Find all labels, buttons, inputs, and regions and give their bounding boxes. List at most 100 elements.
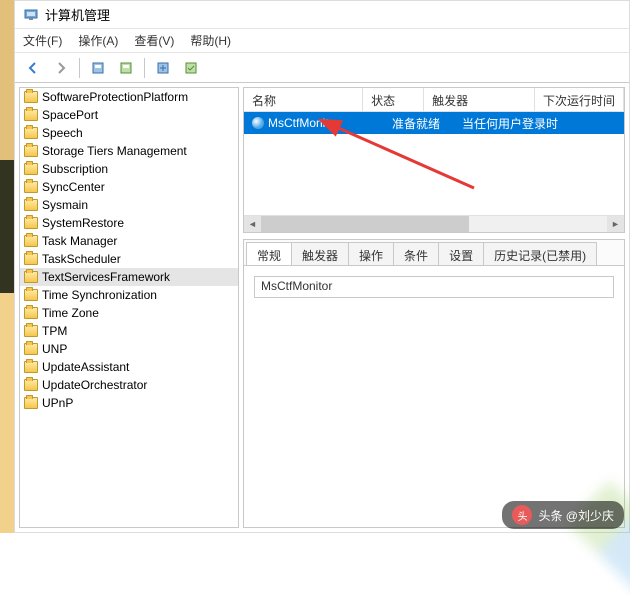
attribution-text: 头条 @刘少庆 <box>538 507 614 524</box>
folder-icon <box>24 127 38 139</box>
tree-item-label: TaskScheduler <box>42 252 121 266</box>
tree-item-label: Subscription <box>42 162 108 176</box>
tree-item-label: Storage Tiers Management <box>42 144 187 158</box>
tree-item-label: Sysmain <box>42 198 88 212</box>
tree-item[interactable]: TaskScheduler <box>20 250 238 268</box>
toolbar-button-3[interactable] <box>151 56 175 80</box>
scroll-left-icon[interactable]: ◄ <box>244 216 261 232</box>
tree-item-label: SoftwareProtectionPlatform <box>42 90 188 104</box>
tree-item-label: TPM <box>42 324 67 338</box>
col-status[interactable]: 状态 <box>363 88 424 111</box>
col-nextrun[interactable]: 下次运行时间 <box>535 88 624 111</box>
toolbar <box>15 53 629 83</box>
tree-item[interactable]: UpdateOrchestrator <box>20 376 238 394</box>
toolbar-button-2[interactable] <box>114 56 138 80</box>
task-list-header: 名称 状态 触发器 下次运行时间 <box>244 88 624 112</box>
menu-view[interactable]: 查看(V) <box>134 32 174 49</box>
menu-file[interactable]: 文件(F) <box>23 32 62 49</box>
toolbar-button-1[interactable] <box>86 56 110 80</box>
folder-icon <box>24 91 38 103</box>
task-list: 名称 状态 触发器 下次运行时间 MsCtfMonitor准备就绪当任何用户登录… <box>243 87 625 233</box>
menu-help[interactable]: 帮助(H) <box>190 32 231 49</box>
task-detail: 常规 触发器 操作 条件 设置 历史记录(已禁用) MsCtfMonitor <box>243 239 625 528</box>
scroll-right-icon[interactable]: ► <box>607 216 624 232</box>
tree-item-label: SystemRestore <box>42 216 124 230</box>
tree-item-label: SyncCenter <box>42 180 105 194</box>
task-nextrun <box>584 121 624 125</box>
tree-item[interactable]: Storage Tiers Management <box>20 142 238 160</box>
titlebar: 计算机管理 <box>15 1 629 29</box>
task-row[interactable]: MsCtfMonitor准备就绪当任何用户登录时 <box>244 112 624 134</box>
detail-body: MsCtfMonitor <box>244 266 624 527</box>
task-name: MsCtfMonitor <box>268 116 339 130</box>
tree-item[interactable]: Time Synchronization <box>20 286 238 304</box>
folder-icon <box>24 253 38 265</box>
tree-item-label: UpdateAssistant <box>42 360 129 374</box>
folder-icon <box>24 109 38 121</box>
tree-item[interactable]: Sysmain <box>20 196 238 214</box>
window-icon <box>23 7 39 23</box>
tree-item-label: TextServicesFramework <box>42 270 170 284</box>
tab-history[interactable]: 历史记录(已禁用) <box>483 242 597 265</box>
tree-item-label: UPnP <box>42 396 73 410</box>
toolbar-separator <box>79 58 80 78</box>
tree-item[interactable]: SystemRestore <box>20 214 238 232</box>
tree-item[interactable]: UNP <box>20 340 238 358</box>
tree-item[interactable]: TextServicesFramework <box>20 268 238 286</box>
scroll-thumb[interactable] <box>261 216 469 232</box>
right-pane: 名称 状态 触发器 下次运行时间 MsCtfMonitor准备就绪当任何用户登录… <box>243 87 625 528</box>
tree-item[interactable]: SpacePort <box>20 106 238 124</box>
client-area: SoftwareProtectionPlatform SpacePort Speec… <box>15 83 629 532</box>
window-title: 计算机管理 <box>45 5 110 24</box>
folder-icon <box>24 343 38 355</box>
tree-item[interactable]: Task Manager <box>20 232 238 250</box>
tree-item[interactable]: Time Zone <box>20 304 238 322</box>
tree-item-label: Speech <box>42 126 83 140</box>
tree-item[interactable]: UpdateAssistant <box>20 358 238 376</box>
computer-management-window: 计算机管理 文件(F) 操作(A) 查看(V) 帮助(H) SoftwarePr… <box>14 0 630 533</box>
toolbar-button-4[interactable] <box>179 56 203 80</box>
folder-icon <box>24 235 38 247</box>
toolbar-separator <box>144 58 145 78</box>
tree-item-label: UpdateOrchestrator <box>42 378 147 392</box>
tab-general[interactable]: 常规 <box>246 242 292 265</box>
folder-icon <box>24 271 38 283</box>
folder-icon <box>24 217 38 229</box>
col-trigger[interactable]: 触发器 <box>424 88 535 111</box>
horizontal-scrollbar[interactable]: ◄ ► <box>244 215 624 232</box>
avatar-icon: 头 <box>512 505 532 525</box>
menu-action[interactable]: 操作(A) <box>78 32 118 49</box>
folder-icon <box>24 379 38 391</box>
tree-item[interactable]: TPM <box>20 322 238 340</box>
forward-button[interactable] <box>49 56 73 80</box>
folder-icon <box>24 181 38 193</box>
tree-item[interactable]: SyncCenter <box>20 178 238 196</box>
tree-item[interactable]: Speech <box>20 124 238 142</box>
back-button[interactable] <box>21 56 45 80</box>
tree-item-label: SpacePort <box>42 108 98 122</box>
tree-item-label: Time Synchronization <box>42 288 157 302</box>
menubar: 文件(F) 操作(A) 查看(V) 帮助(H) <box>15 29 629 53</box>
tree-item[interactable]: Subscription <box>20 160 238 178</box>
tree-item[interactable]: UPnP <box>20 394 238 412</box>
tree-item-label: Task Manager <box>42 234 117 248</box>
tree-item-label: UNP <box>42 342 67 356</box>
detail-tabs: 常规 触发器 操作 条件 设置 历史记录(已禁用) <box>244 240 624 266</box>
tree-pane[interactable]: SoftwareProtectionPlatform SpacePort Speec… <box>19 87 239 528</box>
folder-icon <box>24 199 38 211</box>
tab-conditions[interactable]: 条件 <box>393 242 439 265</box>
tab-settings[interactable]: 设置 <box>438 242 484 265</box>
folder-icon <box>24 361 38 373</box>
tree-item[interactable]: SoftwareProtectionPlatform <box>20 88 238 106</box>
tab-actions[interactable]: 操作 <box>348 242 394 265</box>
folder-icon <box>24 145 38 157</box>
scroll-track[interactable] <box>261 216 607 232</box>
tab-triggers[interactable]: 触发器 <box>291 242 349 265</box>
folder-icon <box>24 163 38 175</box>
task-rows[interactable]: MsCtfMonitor准备就绪当任何用户登录时 <box>244 112 624 215</box>
folder-icon <box>24 289 38 301</box>
task-name-field[interactable]: MsCtfMonitor <box>254 276 614 298</box>
col-name[interactable]: 名称 <box>244 88 363 111</box>
attribution-badge: 头 头条 @刘少庆 <box>502 501 624 529</box>
tree-item-label: Time Zone <box>42 306 99 320</box>
